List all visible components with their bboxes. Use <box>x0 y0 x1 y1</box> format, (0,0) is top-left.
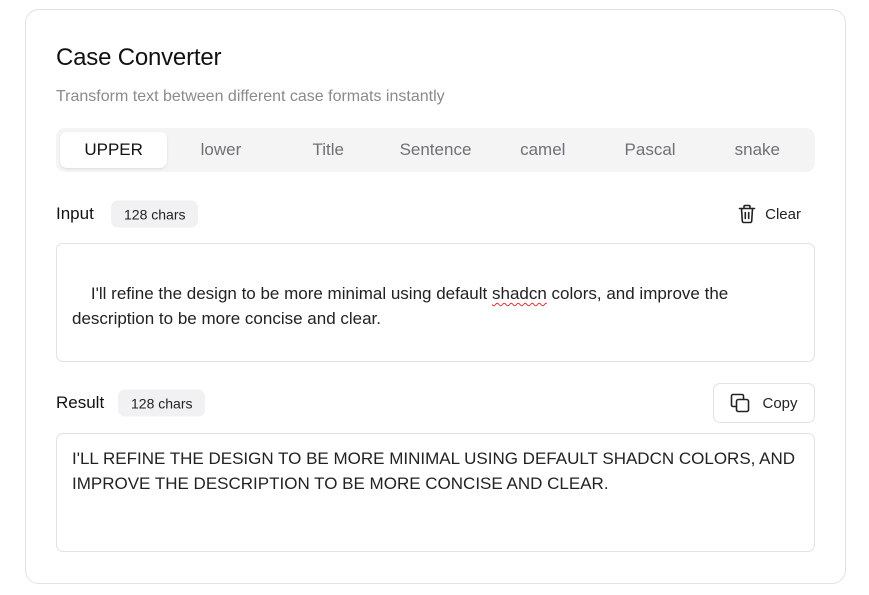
tab-title[interactable]: Title <box>275 132 382 168</box>
spellcheck-word: shadcn <box>491 284 547 303</box>
copy-icon <box>730 393 750 413</box>
tab-upper[interactable]: UPPER <box>60 132 168 168</box>
result-header: Result 128 chars Copy <box>56 383 815 423</box>
input-textarea[interactable]: I'll refine the design to be more minima… <box>56 243 815 362</box>
tab-lower[interactable]: lower <box>167 132 274 168</box>
input-text-before: I'll refine the design to be more minima… <box>90 284 492 303</box>
tab-snake[interactable]: snake <box>704 132 811 168</box>
copy-button-label: Copy <box>762 394 798 412</box>
input-label: Input <box>56 204 94 223</box>
case-converter-card: Case Converter Transform text between di… <box>25 9 846 584</box>
result-output[interactable]: I'LL REFINE THE DESIGN TO BE MORE MINIMA… <box>56 433 815 552</box>
page-subtitle: Transform text between different case fo… <box>56 88 445 105</box>
result-char-count-badge: 128 chars <box>118 389 206 417</box>
copy-button[interactable]: Copy <box>713 383 815 423</box>
clear-button-label: Clear <box>765 205 801 223</box>
case-tabs: UPPER lower Title Sentence camel Pascal … <box>56 128 815 172</box>
page-title: Case Converter <box>56 44 222 71</box>
result-label: Result <box>56 393 105 412</box>
input-header: Input 128 chars Clear <box>56 198 815 230</box>
tab-camel[interactable]: camel <box>489 132 596 168</box>
tab-pascal[interactable]: Pascal <box>596 132 703 168</box>
input-char-count-badge: 128 chars <box>111 200 199 228</box>
clear-button[interactable]: Clear <box>724 197 815 231</box>
tab-sentence[interactable]: Sentence <box>382 132 489 168</box>
trash-icon <box>738 204 756 224</box>
